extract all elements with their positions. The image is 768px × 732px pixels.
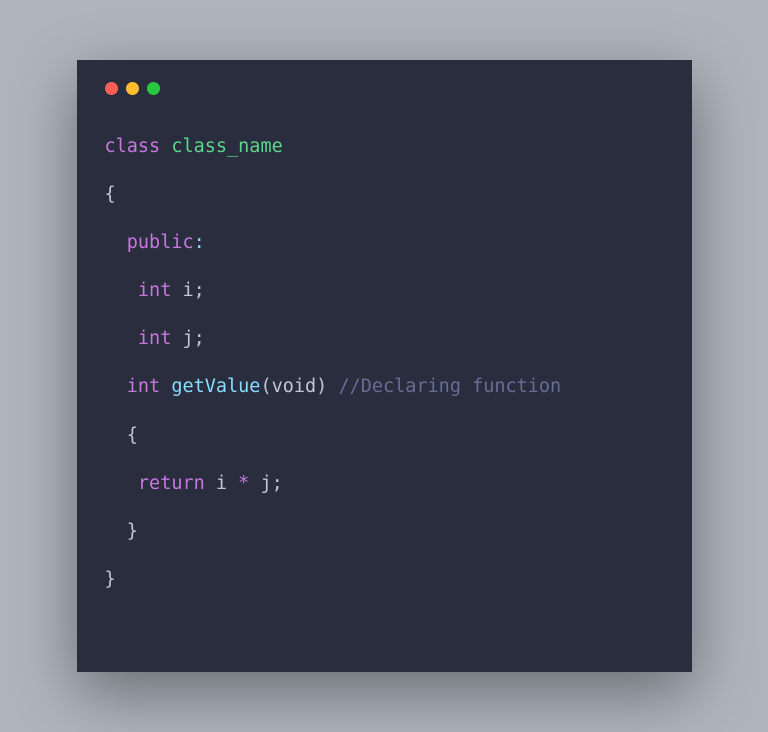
maximize-icon[interactable] (147, 82, 160, 95)
right-paren: ) (316, 376, 327, 397)
function-name: getValue (171, 376, 260, 397)
class-name: class_name (171, 136, 282, 157)
close-brace: } (105, 569, 116, 590)
semicolon: ; (272, 473, 283, 494)
minimize-icon[interactable] (126, 82, 139, 95)
close-brace: } (127, 521, 138, 542)
void-keyword: void (272, 376, 317, 397)
identifier-i: i (182, 280, 193, 301)
code-block: class class_name { public: int i; int j;… (105, 123, 664, 604)
comment: //Declaring function (338, 376, 561, 397)
identifier-j: j (182, 328, 193, 349)
semicolon: ; (194, 280, 205, 301)
identifier-j: j (260, 473, 271, 494)
type-int: int (127, 376, 160, 397)
identifier-i: i (216, 473, 227, 494)
keyword-class: class (105, 136, 161, 157)
return-keyword: return (138, 473, 205, 494)
left-paren: ( (260, 376, 271, 397)
type-int: int (138, 280, 171, 301)
semicolon: ; (194, 328, 205, 349)
open-brace: { (105, 184, 116, 205)
colon: : (194, 232, 205, 253)
type-int: int (138, 328, 171, 349)
window-controls (105, 82, 664, 95)
code-editor-window: class class_name { public: int i; int j;… (77, 60, 692, 672)
access-specifier: public (127, 232, 194, 253)
operator-multiply: * (238, 473, 249, 494)
close-icon[interactable] (105, 82, 118, 95)
open-brace: { (127, 425, 138, 446)
